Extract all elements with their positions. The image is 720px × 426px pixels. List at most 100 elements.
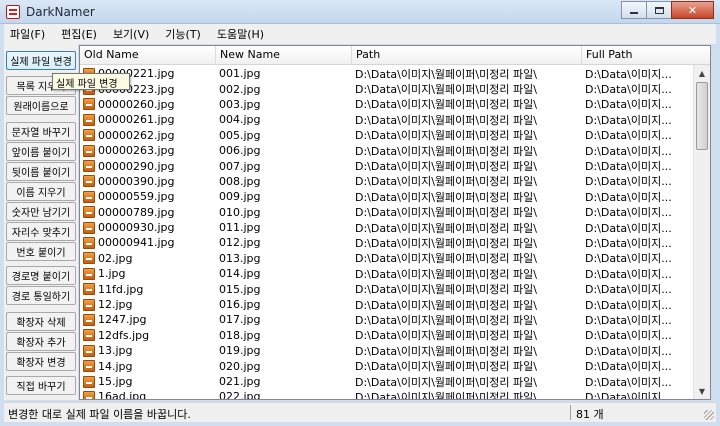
maximize-button[interactable]: [646, 1, 672, 19]
vertical-scrollbar[interactable]: ▲ ▼: [693, 65, 710, 399]
new-name-cell: 022.jpg: [219, 390, 261, 400]
full-path-cell: D:\Data\이미지...: [585, 375, 672, 389]
table-row[interactable]: 1.jpg 014.jpg D:\Data\이미지\월페이퍼\미정리 파일\ D:\D…: [80, 266, 694, 281]
path-cell: D:\Data\이미지\월페이퍼\미정리 파일\: [355, 298, 537, 312]
old-name-text: 13.jpg: [98, 344, 133, 358]
sidebar-button[interactable]: 확장자 추가: [6, 332, 76, 351]
sidebar-button[interactable]: 확장자 삭제: [6, 312, 76, 331]
sidebar-button[interactable]: 앞이름 붙이기: [6, 142, 76, 161]
table-row[interactable]: 00000290.jpg 007.jpg D:\Data\이미지\월페이퍼\미정리 …: [80, 158, 694, 173]
table-row[interactable]: 00000390.jpg 008.jpg D:\Data\이미지\월페이퍼\미정리 …: [80, 174, 694, 189]
table-row[interactable]: 1247.jpg 017.jpg D:\Data\이미지\월페이퍼\미정리 파일\ D…: [80, 312, 694, 327]
table-row[interactable]: 00000789.jpg 010.jpg D:\Data\이미지\월페이퍼\미정리 …: [80, 205, 694, 220]
full-path-cell: D:\Data\이미지...: [585, 237, 672, 250]
path-cell: D:\Data\이미지\월페이퍼\미정리 파일\: [355, 390, 537, 400]
old-name-cell: 00000941.jpg: [80, 236, 216, 249]
sidebar-button[interactable]: 확장자 변경: [6, 352, 76, 371]
image-file-icon: [83, 298, 95, 311]
new-name-cell: 021.jpg: [219, 375, 261, 388]
path-cell: D:\Data\이미지\월페이퍼\미정리 파일\: [355, 160, 537, 174]
menu-edit[interactable]: 편집(E): [61, 26, 97, 42]
sidebar-button[interactable]: 번호 붙이기: [6, 242, 76, 261]
table-row[interactable]: 00000223.jpg 002.jpg D:\Data\이미지\월페이퍼\미정리 …: [80, 81, 694, 96]
image-file-icon: [83, 329, 95, 342]
column-header-full-path[interactable]: Full Path: [582, 46, 710, 65]
menu-file[interactable]: 파일(F): [10, 26, 45, 42]
menu-view[interactable]: 보기(V): [113, 26, 149, 42]
scroll-up-arrow-icon[interactable]: ▲: [694, 65, 710, 81]
table-row[interactable]: 12.jpg 016.jpg D:\Data\이미지\월페이퍼\미정리 파일\ D:\…: [80, 297, 694, 312]
sidebar-button[interactable]: 숫자만 남기기: [6, 202, 76, 221]
sidebar-button[interactable]: 이름 지우기: [6, 182, 76, 201]
table-row[interactable]: 00000263.jpg 006.jpg D:\Data\이미지\월페이퍼\미정리 …: [80, 143, 694, 158]
new-name-cell: 019.jpg: [219, 344, 261, 358]
path-cell: D:\Data\이미지\월페이퍼\미정리 파일\: [355, 113, 537, 127]
new-name-cell: 006.jpg: [219, 144, 261, 158]
table-row[interactable]: 00000941.jpg 012.jpg D:\Data\이미지\월페이퍼\미정리 …: [80, 235, 694, 250]
path-cell: D:\Data\이미지\월페이퍼\미정리 파일\: [355, 129, 537, 143]
table-row[interactable]: 11fd.jpg 015.jpg D:\Data\이미지\월페이퍼\미정리 파일\ D…: [80, 281, 694, 296]
image-file-icon: [83, 190, 95, 203]
full-path-cell: D:\Data\이미지...: [585, 83, 672, 97]
old-name-text: 14.jpg: [98, 359, 133, 373]
window-controls: ✕: [621, 1, 714, 19]
sidebar-button[interactable]: 뒷이름 붙이기: [6, 162, 76, 181]
table-row[interactable]: 16ad.jpg 022.jpg D:\Data\이미지\월페이퍼\미정리 파일\ D…: [80, 389, 694, 400]
full-path-cell: D:\Data\이미지...: [585, 175, 672, 189]
full-path-cell: D:\Data\이미지...: [585, 98, 672, 112]
path-cell: D:\Data\이미지\월페이퍼\미정리 파일\: [355, 175, 537, 189]
image-file-icon: [83, 221, 95, 234]
image-file-icon: [83, 144, 95, 157]
sidebar-button[interactable]: 문자열 바꾸기: [6, 122, 76, 141]
image-file-icon: [83, 113, 95, 126]
sidebar-button[interactable]: 경로 통일하기: [6, 286, 76, 305]
new-name-cell: 015.jpg: [219, 282, 261, 296]
scroll-down-arrow-icon[interactable]: ▼: [694, 383, 710, 399]
path-cell: D:\Data\이미지\월페이퍼\미정리 파일\: [355, 360, 537, 374]
full-path-cell: D:\Data\이미지...: [585, 329, 672, 343]
table-row[interactable]: 14.jpg 020.jpg D:\Data\이미지\월페이퍼\미정리 파일\ D:\…: [80, 358, 694, 373]
old-name-text: 1247.jpg: [98, 313, 147, 327]
path-cell: D:\Data\이미지\월페이퍼\미정리 파일\: [355, 329, 537, 343]
path-cell: D:\Data\이미지\월페이퍼\미정리 파일\: [355, 237, 537, 250]
minimize-button[interactable]: [621, 1, 647, 19]
old-name-cell: 00000930.jpg: [80, 221, 216, 234]
close-button[interactable]: ✕: [671, 1, 714, 19]
old-name-cell: 00000390.jpg: [80, 175, 216, 188]
sidebar-button[interactable]: 원래이름으로: [6, 96, 76, 115]
sidebar-button[interactable]: 경로명 붙이기: [6, 266, 76, 285]
table-row[interactable]: 13.jpg 019.jpg D:\Data\이미지\월페이퍼\미정리 파일\ D:\…: [80, 343, 694, 358]
column-header-new-name[interactable]: New Name: [216, 46, 352, 65]
new-name-cell: 009.jpg: [219, 190, 261, 204]
image-file-icon: [83, 390, 95, 399]
menu-tools[interactable]: 기능(T): [165, 26, 201, 42]
old-name-text: 00000941.jpg: [98, 236, 175, 250]
file-count: 81 개: [576, 408, 604, 421]
status-message: 변경한 대로 실제 파일 이름을 바꿉니다.: [8, 408, 191, 421]
table-row[interactable]: 00000221.jpg 001.jpg D:\Data\이미지\월페이퍼\미정리 …: [80, 66, 694, 81]
table-row[interactable]: 00000262.jpg 005.jpg D:\Data\이미지\월페이퍼\미정리 …: [80, 128, 694, 143]
menu-help[interactable]: 도움말(H): [217, 26, 264, 42]
full-path-cell: D:\Data\이미지...: [585, 298, 672, 312]
old-name-cell: 00000559.jpg: [80, 190, 216, 203]
image-file-icon: [83, 360, 95, 373]
full-path-cell: D:\Data\이미지...: [585, 129, 672, 143]
scrollbar-thumb[interactable]: [696, 82, 708, 150]
table-row[interactable]: 02.jpg 013.jpg D:\Data\이미지\월페이퍼\미정리 파일\ D:\…: [80, 251, 694, 266]
table-row[interactable]: 00000261.jpg 004.jpg D:\Data\이미지\월페이퍼\미정리 …: [80, 112, 694, 127]
table-row[interactable]: 00000260.jpg 003.jpg D:\Data\이미지\월페이퍼\미정리 …: [80, 97, 694, 112]
old-name-text: 02.jpg: [98, 251, 133, 265]
table-row[interactable]: 12dfs.jpg 018.jpg D:\Data\이미지\월페이퍼\미정리 파일\…: [80, 328, 694, 343]
sidebar-button[interactable]: 자리수 맞추기: [6, 222, 76, 241]
sidebar-button[interactable]: 실제 파일 변경: [6, 51, 76, 70]
sidebar-button[interactable]: 직접 바꾸기: [6, 376, 76, 395]
table-row[interactable]: 15.jpg 021.jpg D:\Data\이미지\월페이퍼\미정리 파일\ D:\…: [80, 374, 694, 389]
old-name-text: 00000390.jpg: [98, 174, 175, 188]
column-header-old-name[interactable]: Old Name: [80, 46, 216, 65]
column-header-path[interactable]: Path: [352, 46, 582, 65]
resize-grip-icon[interactable]: [704, 410, 714, 420]
new-name-cell: 016.jpg: [219, 298, 261, 312]
table-row[interactable]: 00000559.jpg 009.jpg D:\Data\이미지\월페이퍼\미정리 …: [80, 189, 694, 204]
table-row[interactable]: 00000930.jpg 011.jpg D:\Data\이미지\월페이퍼\미정리 …: [80, 220, 694, 235]
old-name-cell: 00000262.jpg: [80, 129, 216, 142]
